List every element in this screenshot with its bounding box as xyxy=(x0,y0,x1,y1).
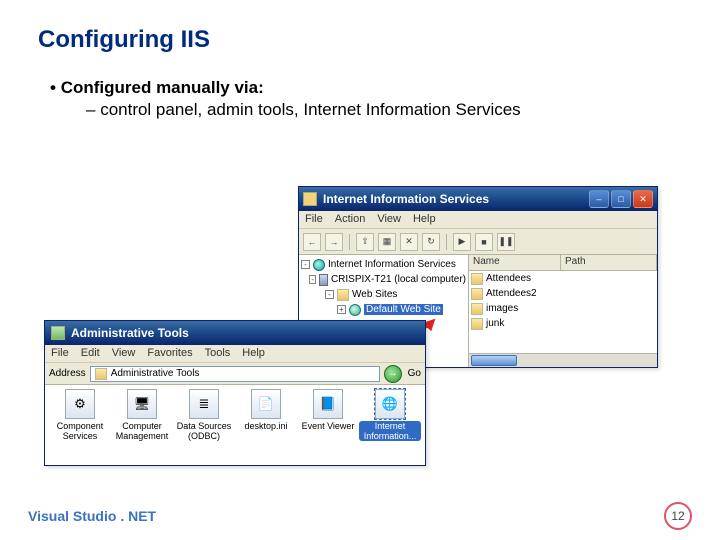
address-field[interactable]: Administrative Tools xyxy=(90,366,380,382)
iis-app-icon xyxy=(303,192,317,206)
collapse-icon[interactable]: - xyxy=(309,275,316,284)
start-button[interactable]: ▶ xyxy=(453,233,471,251)
footer-label: Visual Studio . NET xyxy=(28,508,156,524)
odbc-icon: ≣ xyxy=(189,389,219,419)
col-path[interactable]: Path xyxy=(561,255,657,270)
menu-item-favorites[interactable]: Favorites xyxy=(147,347,192,360)
iis-title-label: Internet Information Services xyxy=(323,192,589,206)
tree-row-websites[interactable]: - Web Sites xyxy=(301,287,466,302)
go-label: Go xyxy=(408,368,421,379)
go-button[interactable] xyxy=(384,365,402,383)
folder-icon xyxy=(471,318,483,330)
expand-icon[interactable]: + xyxy=(337,305,346,314)
computer-management-icon: 🖥 xyxy=(127,389,157,419)
item-computer-management[interactable]: 🖥 Computer Management xyxy=(111,389,173,465)
address-bar: Address Administrative Tools Go xyxy=(45,363,425,385)
menu-item-tools[interactable]: Tools xyxy=(205,347,231,360)
folder-icon xyxy=(471,273,483,285)
slide: Configuring IIS • Configured manually vi… xyxy=(0,0,720,540)
ini-file-icon: 📄 xyxy=(251,389,281,419)
refresh-button[interactable]: ↻ xyxy=(422,233,440,251)
admin-menubar: File Edit View Favorites Tools Help xyxy=(45,345,425,363)
item-component-services[interactable]: ⚙ Component Services xyxy=(49,389,111,465)
menu-item-file[interactable]: File xyxy=(305,213,323,226)
item-internet-information[interactable]: 🌐 Internet Information... xyxy=(359,389,421,465)
back-button[interactable]: ← xyxy=(303,233,321,251)
admin-tools-icon xyxy=(51,326,65,340)
admin-icon-area[interactable]: ⚙ Component Services 🖥 Computer Manageme… xyxy=(45,385,425,465)
collapse-icon[interactable]: - xyxy=(301,260,310,269)
pause-button[interactable]: ❚❚ xyxy=(497,233,515,251)
maximize-button[interactable]: □ xyxy=(611,190,631,208)
event-viewer-icon: 📘 xyxy=(313,389,343,419)
slide-footer: Visual Studio . NET 12 xyxy=(0,502,720,530)
site-icon xyxy=(349,304,361,316)
folder-icon xyxy=(471,303,483,315)
separator xyxy=(349,234,350,250)
iis-titlebar[interactable]: Internet Information Services – □ ✕ xyxy=(299,187,657,211)
menu-item-view[interactable]: View xyxy=(377,213,401,226)
iis-menubar: File Action View Help xyxy=(299,211,657,229)
delete-button[interactable]: ✕ xyxy=(400,233,418,251)
folder-icon xyxy=(95,368,107,380)
bullet-level-2: – control panel, admin tools, Internet I… xyxy=(86,100,682,120)
collapse-icon[interactable]: - xyxy=(325,290,334,299)
iis-toolbar: ← → ⇧ ▦ ✕ ↻ ▶ ■ ❚❚ xyxy=(299,229,657,255)
tree-row-computer[interactable]: - CRISPIX-T21 (local computer) xyxy=(301,272,466,287)
menu-item-help[interactable]: Help xyxy=(413,213,436,226)
list-item[interactable]: images xyxy=(469,301,657,316)
iis-shortcut-icon: 🌐 xyxy=(375,389,405,419)
page-number: 12 xyxy=(664,502,692,530)
up-button[interactable]: ⇧ xyxy=(356,233,374,251)
forward-button[interactable]: → xyxy=(325,233,343,251)
separator xyxy=(446,234,447,250)
tree-row-default-site[interactable]: + Default Web Site xyxy=(301,302,466,317)
folder-icon xyxy=(471,288,483,300)
admin-titlebar[interactable]: Administrative Tools xyxy=(45,321,425,345)
col-name[interactable]: Name xyxy=(469,255,561,270)
component-services-icon: ⚙ xyxy=(65,389,95,419)
folder-icon xyxy=(337,289,349,301)
tree-row-root[interactable]: - Internet Information Services xyxy=(301,257,466,272)
minimize-button[interactable]: – xyxy=(589,190,609,208)
page-title: Configuring IIS xyxy=(38,26,682,54)
list-item[interactable]: Attendees2 xyxy=(469,286,657,301)
stop-button[interactable]: ■ xyxy=(475,233,493,251)
list-item[interactable]: junk xyxy=(469,316,657,331)
admin-title-label: Administrative Tools xyxy=(71,326,421,340)
address-label: Address xyxy=(49,368,86,379)
scrollbar-thumb[interactable] xyxy=(471,355,517,366)
menu-item-action[interactable]: Action xyxy=(335,213,366,226)
item-desktop-ini[interactable]: 📄 desktop.ini xyxy=(235,389,297,465)
menu-item-edit[interactable]: Edit xyxy=(81,347,100,360)
item-data-sources[interactable]: ≣ Data Sources (ODBC) xyxy=(173,389,235,465)
horizontal-scrollbar[interactable] xyxy=(469,353,657,367)
bullet-level-1: • Configured manually via: xyxy=(50,78,682,98)
computer-icon xyxy=(319,274,328,286)
close-button[interactable]: ✕ xyxy=(633,190,653,208)
menu-item-file[interactable]: File xyxy=(51,347,69,360)
list-item[interactable]: Attendees xyxy=(469,271,657,286)
admin-tools-window: Administrative Tools File Edit View Favo… xyxy=(44,320,426,466)
menu-item-help[interactable]: Help xyxy=(242,347,265,360)
item-event-viewer[interactable]: 📘 Event Viewer xyxy=(297,389,359,465)
menu-item-view[interactable]: View xyxy=(112,347,136,360)
list-header[interactable]: Name Path xyxy=(469,255,657,271)
globe-icon xyxy=(313,259,325,271)
properties-button[interactable]: ▦ xyxy=(378,233,396,251)
iis-list[interactable]: Name Path Attendees Attendees2 images ju… xyxy=(469,255,657,367)
